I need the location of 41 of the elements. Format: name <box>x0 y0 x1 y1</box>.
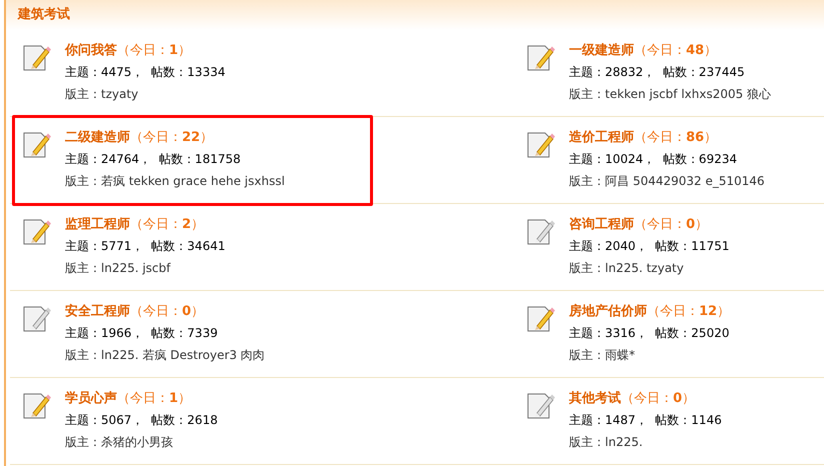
moderator-list: 版主：雨蝶* <box>569 346 730 364</box>
moderator-list: 版主：tzyaty <box>65 86 226 102</box>
today-count: （今日：22） <box>130 128 214 146</box>
today-count: （今日：48） <box>634 42 718 58</box>
forum-link[interactable]: 一级建造师 <box>569 40 634 58</box>
forum-stats: 主题：10024， 帖数：69234 <box>569 150 738 168</box>
forum-stats: 主题：5067， 帖数：2618 <box>65 412 218 428</box>
forum-link[interactable]: 其他考试 <box>569 388 621 406</box>
moderator-list: 版主：ln225. tzyaty <box>569 260 730 276</box>
today-count: （今日：12） <box>647 302 730 320</box>
today-count: （今日：2） <box>130 216 204 232</box>
moderator-list: 版主：阿昌 504429032 e_510146 <box>569 172 765 190</box>
today-count: （今日：1） <box>117 390 192 406</box>
moderator-list: 版主：tekken jscbf lxhxs2005 狼心 <box>569 86 771 102</box>
forum-link[interactable]: 咨询工程师 <box>569 214 634 232</box>
moderator-list: 版主：若疯 tekken grace hehe jsxhssl <box>65 172 285 190</box>
moderator-list: 版主：杀猪的小男孩 <box>65 434 218 450</box>
forum-link[interactable]: 监理工程师 <box>65 214 130 232</box>
forum-stats: 主题：4475， 帖数：13334 <box>65 64 226 80</box>
forum-link[interactable]: 二级建造师 <box>65 128 130 146</box>
moderator-list: 版主：ln225. <box>569 434 722 450</box>
forum-link[interactable]: 学员心声 <box>65 388 117 406</box>
forum-stats: 主题：24764， 帖数：181758 <box>65 150 242 168</box>
today-count: （今日：0） <box>621 390 696 406</box>
forum-stats: 主题：5771， 帖数：34641 <box>65 238 226 254</box>
forum-stats: 主题：3316， 帖数：25020 <box>569 324 730 342</box>
forum-link[interactable]: 安全工程师 <box>65 302 130 320</box>
forum-stats: 主题：1487， 帖数：1146 <box>569 412 722 428</box>
today-count: （今日：86） <box>634 128 718 146</box>
today-count: （今日：1） <box>117 42 192 58</box>
forum-link[interactable]: 房地产估价师 <box>569 302 647 320</box>
today-count: （今日：0） <box>130 302 204 320</box>
forum-stats: 主题：1966， 帖数：7339 <box>65 324 219 342</box>
forum-stats: 主题：2040， 帖数：11751 <box>569 238 730 254</box>
moderator-list: 版主：ln225. 若疯 Destroyer3 肉肉 <box>65 346 265 364</box>
forum-link[interactable]: 造价工程师 <box>569 128 634 146</box>
forum-link[interactable]: 你问我答 <box>65 40 117 58</box>
moderator-list: 版主：ln225. jscbf <box>65 260 226 276</box>
forum-stats: 主题：28832， 帖数：237445 <box>569 64 746 80</box>
section-title: 建筑考试 <box>18 6 70 23</box>
today-count: （今日：0） <box>634 216 708 232</box>
